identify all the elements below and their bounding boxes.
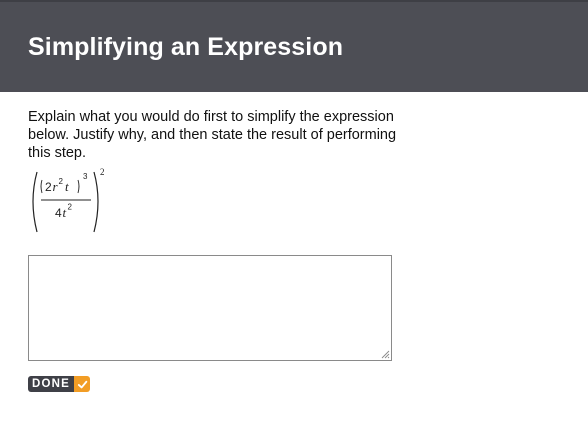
denominator-exponent: 2 [68,203,73,212]
header-bar: Simplifying an Expression [0,2,588,92]
numerator-coefficient: 2 [45,180,52,194]
r-exponent: 2 [59,177,64,186]
answer-textarea[interactable] [28,255,392,361]
denominator-coefficient: 4 [55,206,62,220]
resize-handle-icon[interactable] [381,350,390,359]
page-title: Simplifying an Expression [28,33,344,61]
numerator-var-t: t [65,179,69,194]
inner-right-parenthesis [77,179,80,194]
done-button-label: DONE [28,376,75,392]
outer-left-parenthesis [32,171,38,233]
outer-right-parenthesis [93,171,99,233]
math-expression: 2 2 r 2 t 3 4 t 2 [32,167,105,233]
inner-exponent: 3 [83,172,88,181]
outer-exponent: 2 [100,167,105,177]
checkmark-icon [74,376,91,392]
page: Simplifying an Expression Explain what y… [0,0,588,434]
done-button[interactable]: DONE [28,376,91,392]
question-prompt: Explain what you would do first to simpl… [28,109,397,161]
denominator-var-t: t [63,205,67,220]
inner-left-parenthesis [40,179,43,194]
